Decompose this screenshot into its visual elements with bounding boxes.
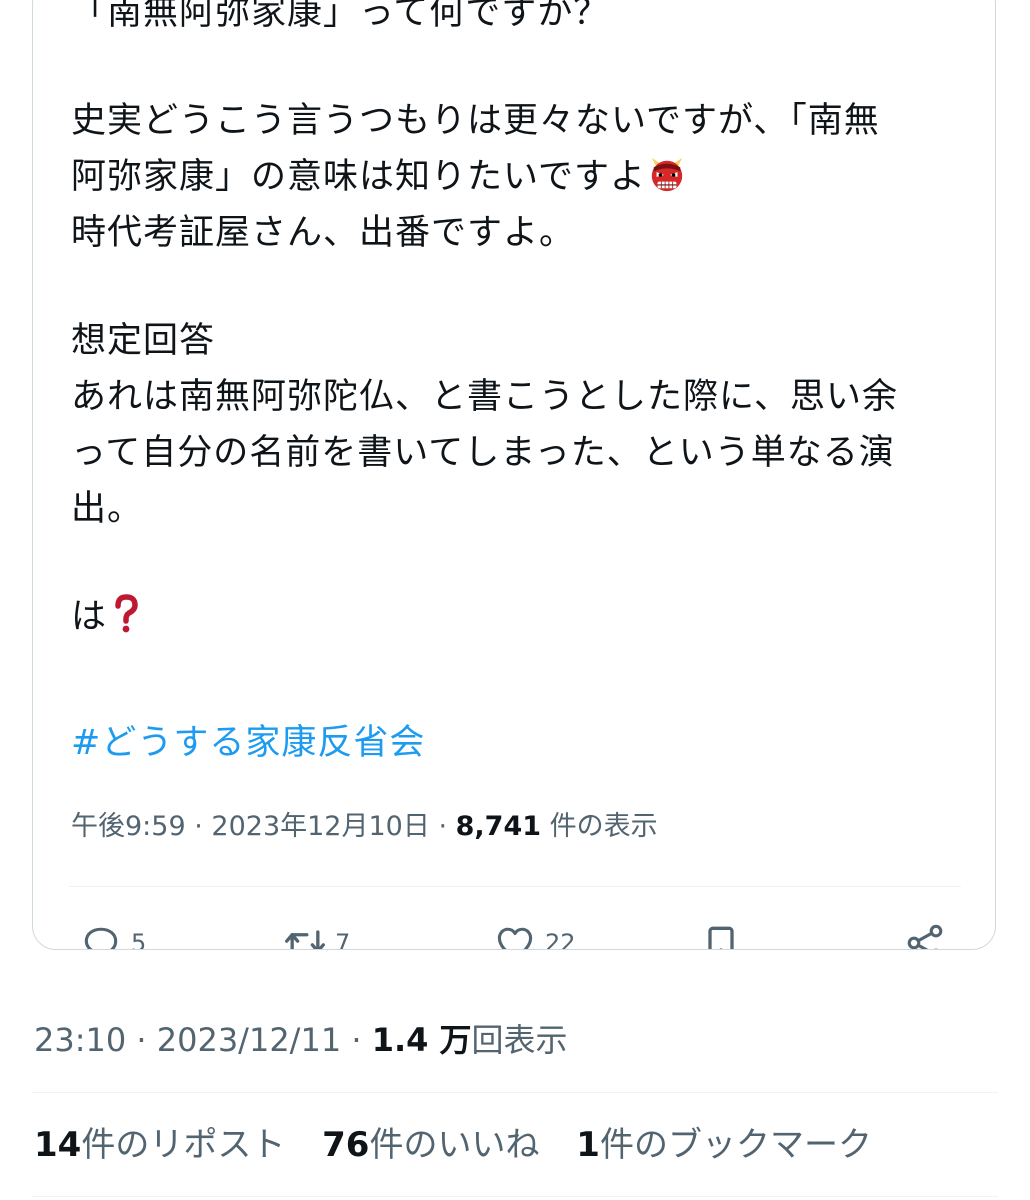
main-tweet-views-count: 1.4 万 (371, 1021, 472, 1059)
main-tweet-views-label: 回表示 (471, 1021, 568, 1059)
retweet-count: 7 (335, 929, 351, 950)
bookmark-icon (708, 926, 734, 949)
reposts-label: 件のリポスト (81, 1125, 286, 1165)
like-button[interactable]: 22 (493, 921, 576, 950)
hashtag-link[interactable]: #どうする家康反省会 (71, 718, 425, 768)
tweet-line: 想定回答 (71, 321, 216, 361)
tweet-line: 史実どうこう言うつもりは更々ないですが、「南無 (71, 101, 880, 141)
tweet-line: 「南無阿弥家康」って何ですか？ (71, 0, 610, 33)
share-icon (907, 924, 943, 949)
reply-icon (84, 927, 118, 949)
heart-icon (497, 927, 533, 949)
question-mark-emoji-icon (115, 594, 138, 633)
reply-count: 5 (131, 929, 147, 950)
likes-stat[interactable]: 76件のいいね (322, 1125, 539, 1165)
main-tweet-date[interactable]: 2023/12/11 (157, 1021, 341, 1059)
reposts-count: 14 (34, 1125, 82, 1165)
tweet-line: は (71, 597, 108, 637)
quoted-tweet-text: 「南無阿弥家康」って何ですか？ 史実どうこう言うつもりは更々ないですが、「南無 … (71, 0, 951, 645)
separator-dot: · (194, 811, 212, 842)
reposts-stat[interactable]: 14件のリポスト (34, 1125, 285, 1165)
tweet-line-with-emoji: は (71, 589, 951, 645)
bookmark-button[interactable] (699, 921, 751, 949)
quoted-tweet-views-label: 件の表示 (549, 811, 658, 842)
quoted-tweet-date[interactable]: 2023年12月10日 (211, 811, 429, 842)
tweet-line: 時代考証屋さん、出番ですよ。 (71, 213, 576, 253)
tweet-line: って自分の名前を書いてしまった、という単なる演 (71, 433, 895, 473)
tweet-line-with-emoji: 阿弥家康」の意味は知りたいですよ (71, 149, 951, 205)
like-count: 22 (545, 929, 576, 950)
separator-dot: · (438, 811, 456, 842)
likes-count: 76 (322, 1125, 370, 1165)
quoted-tweet-card[interactable]: 「南無阿弥家康」って何ですか？ 史実どうこう言うつもりは更々ないですが、「南無 … (32, 0, 996, 950)
tweet-line: あれは南無阿弥陀仏、と書こうとした際に、思い余 (71, 377, 898, 417)
quoted-tweet-views-count: 8,741 (455, 811, 542, 842)
retweet-button[interactable]: 7 (283, 921, 351, 950)
divider (32, 1196, 998, 1197)
separator-dot: · (136, 1021, 157, 1059)
share-button[interactable] (903, 921, 955, 949)
engagement-stats: 14件のリポスト 76件のいいね 1件のブックマーク (34, 1122, 898, 1168)
bookmarks-label: 件のブックマーク (599, 1125, 872, 1165)
main-tweet-time[interactable]: 23:10 (34, 1021, 126, 1059)
tweet-line: 阿弥家康」の意味は知りたいですよ (71, 157, 646, 197)
separator-dot: · (351, 1021, 372, 1059)
card-divider (69, 886, 961, 887)
main-tweet-meta: 23:10 · 2023/12/11 · 1.4 万回表示 (34, 1018, 568, 1062)
divider (32, 1092, 998, 1093)
bookmarks-stat[interactable]: 1件のブックマーク (576, 1125, 872, 1165)
likes-label: 件のいいね (369, 1125, 540, 1165)
reply-button[interactable]: 5 (79, 921, 147, 950)
bookmarks-count: 1 (576, 1125, 600, 1165)
quoted-tweet-time[interactable]: 午後9:59 (71, 811, 186, 842)
ogre-emoji-icon (651, 157, 683, 192)
quoted-tweet-meta: 午後9:59 · 2023年12月10日 · 8,741 件の表示 (71, 807, 658, 847)
tweet-line: 出。 (71, 489, 144, 529)
retweet-icon (285, 930, 325, 949)
